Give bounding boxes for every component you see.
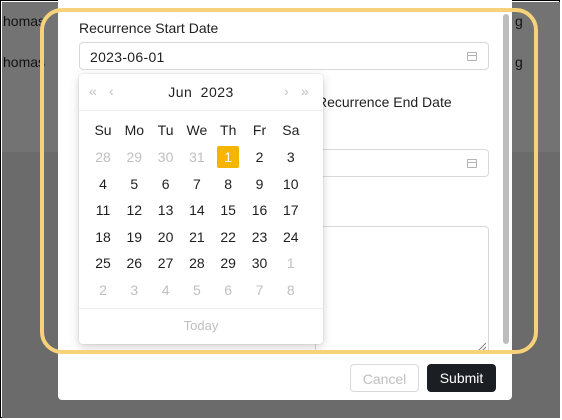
submit-button[interactable]: Submit	[427, 364, 496, 392]
cancel-button[interactable]: Cancel	[350, 364, 419, 392]
background-row-2-text: homas	[3, 54, 46, 70]
focus-highlight-outline	[40, 8, 538, 354]
background-row-1-text: homas	[3, 13, 46, 29]
